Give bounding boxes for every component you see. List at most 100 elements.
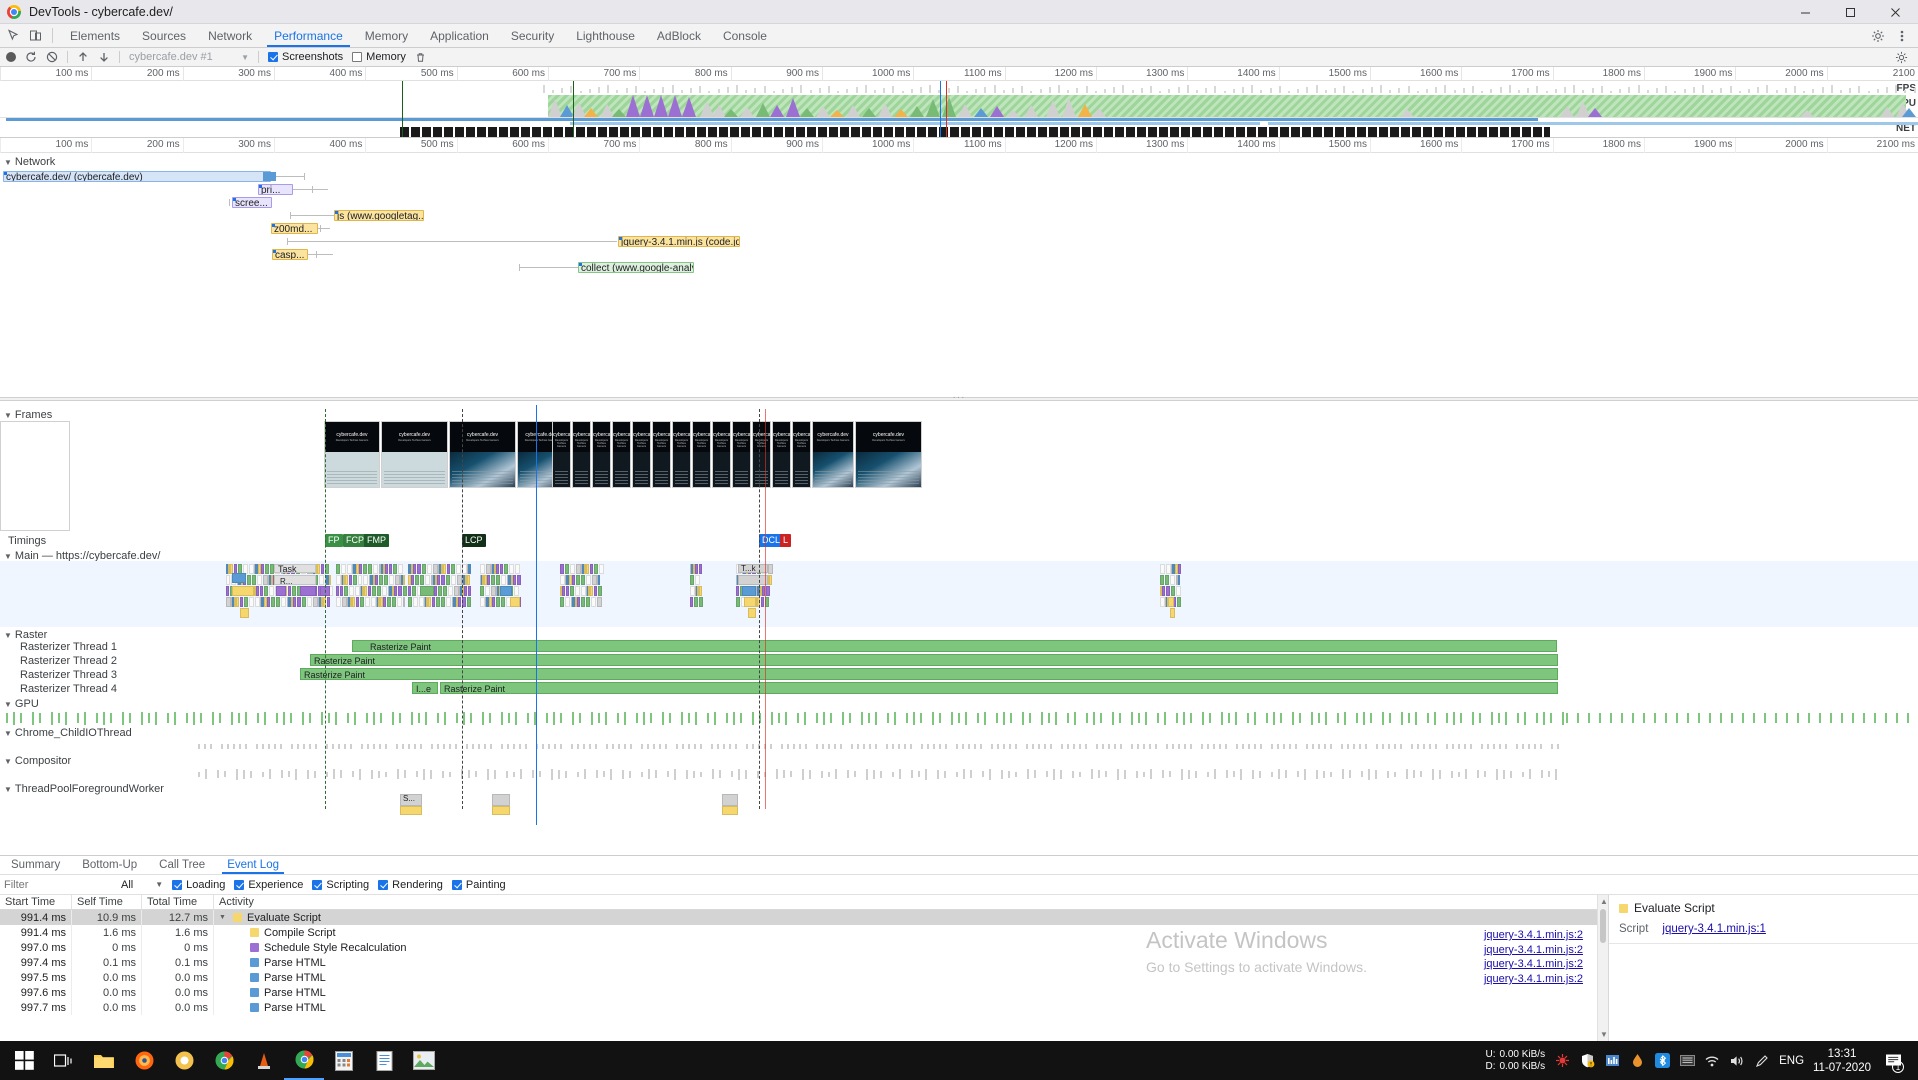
main-event-block[interactable] [598,575,600,585]
main-event-block[interactable] [260,586,263,596]
track-header-gpu[interactable]: ▼ GPU [0,698,39,710]
main-event-block[interactable] [744,597,756,607]
main-event-block[interactable] [586,575,591,585]
main-event-block[interactable] [256,586,259,596]
network-request-bar[interactable]: z00md... [271,223,318,234]
main-event-block[interactable] [438,586,442,596]
main-event-block[interactable] [408,586,411,596]
main-event-block[interactable] [1162,586,1165,596]
main-event-block[interactable] [377,586,381,596]
main-event-block[interactable] [403,597,405,607]
frames-screenshot-strip-2[interactable]: cybercafe.dev Developers Techies Gamers … [552,421,922,488]
main-event-block[interactable] [738,575,768,585]
network-request-bar[interactable]: casp... [272,249,308,260]
main-event-block[interactable] [232,586,254,596]
network-request-row[interactable]: collect (www.google-analyti... [0,261,1918,274]
frame-screenshot[interactable]: cybercafe.dev Developers Techies Gamers [652,421,671,488]
main-event-block[interactable] [385,564,388,574]
main-event-block[interactable] [443,564,446,574]
main-event-block[interactable] [1160,575,1164,585]
filter-input[interactable] [4,878,112,891]
wifi-icon[interactable] [1704,1053,1720,1069]
overview-pane[interactable]: 100 ms 200 ms 300 ms 400 ms 500 ms 600 ms 700 … [0,67,1918,138]
main-event-block[interactable] [736,586,739,596]
main-event-block[interactable] [364,586,367,596]
table-row[interactable]: 997.7 ms 0.0 ms 0.0 ms Parse HTML [0,1000,1597,1015]
main-event-block[interactable] [565,564,569,574]
track-header-childio[interactable]: ▼ Chrome_ChildIOThread [0,727,132,739]
main-event-block[interactable] [509,564,514,574]
main-event-block[interactable] [317,564,320,574]
main-event-block[interactable] [570,564,575,574]
tracks-splitter[interactable] [0,397,1918,401]
gear-icon[interactable] [1871,29,1885,43]
tab-console[interactable]: Console [712,24,778,47]
main-event-block[interactable] [437,575,440,585]
filter-loading-checkbox[interactable]: Loading [172,879,225,891]
tab-performance[interactable]: Performance [263,24,354,47]
frame-screenshot[interactable]: cybercafe.dev Developers Techies Gamers [772,421,791,488]
main-event-block[interactable] [300,586,316,596]
main-event-block[interactable] [415,575,419,585]
main-event-block[interactable] [562,586,565,596]
main-event-block[interactable] [590,586,593,596]
main-event-block[interactable] [496,575,500,585]
main-event-block[interactable] [446,597,451,607]
main-event-block[interactable] [699,597,703,607]
main-event-block[interactable] [432,597,435,607]
network-request-bar[interactable]: collect (www.google-analyti... [578,262,694,273]
main-event-block[interactable] [510,597,520,607]
expand-triangle-icon[interactable]: ▼ [219,914,228,921]
photos-icon[interactable] [404,1041,444,1080]
main-event-block[interactable] [515,564,520,574]
main-event-block[interactable] [244,597,248,607]
more-vertical-icon[interactable] [1895,29,1909,43]
main-event-block[interactable] [500,564,503,574]
main-event-block[interactable] [517,575,521,585]
network-request-row[interactable]: pri... [0,183,1918,196]
main-event-block[interactable] [276,586,286,596]
main-event-block[interactable] [383,597,386,607]
main-event-block[interactable] [581,575,585,585]
main-event-block[interactable] [448,586,453,596]
main-event-block[interactable] [368,564,372,574]
network-request-bar[interactable]: cybercafe.dev/ (cybercafe.dev) [3,171,271,182]
main-event-block[interactable] [261,564,264,574]
detail-script-link[interactable]: jquery-3.4.1.min.js:1 [1662,923,1766,935]
main-event-block[interactable] [1166,586,1170,596]
main-event-block[interactable] [597,597,602,607]
event-log-table[interactable]: Start Time Self Time Total Time Activity… [0,895,1597,1041]
main-event-block[interactable] [345,575,348,585]
main-event-block[interactable] [387,597,391,607]
main-event-block[interactable] [695,564,698,574]
task-manager-icon[interactable] [1604,1053,1620,1069]
main-event-block[interactable] [514,586,519,596]
main-event-block[interactable] [446,575,450,585]
main-event-block[interactable] [252,575,256,585]
tab-elements[interactable]: Elements [59,24,131,47]
scroll-down-icon[interactable]: ▼ [1600,1030,1608,1039]
notepad-icon[interactable] [364,1041,404,1080]
tab-lighthouse[interactable]: Lighthouse [565,24,646,47]
main-event-block[interactable] [1177,597,1181,607]
main-event-block[interactable] [307,597,312,607]
main-event-block[interactable] [560,597,564,607]
filter-painting-checkbox[interactable]: Painting [451,879,506,891]
main-event-block[interactable] [384,575,388,585]
activity-source-link[interactable]: jquery-3.4.1.min.js:2 [1403,943,1583,958]
frame-screenshot[interactable]: cybercafe.dev Developers Techies Gamers [752,421,771,488]
raster-bar-3[interactable]: Rasterize Paint [300,668,1558,680]
record-button[interactable] [6,52,16,62]
main-event-block[interactable] [336,586,339,596]
activity-source-link[interactable]: jquery-3.4.1.min.js:2 [1403,928,1583,943]
main-event-block[interactable] [591,597,596,607]
main-event-block[interactable] [267,597,270,607]
main-event-block[interactable] [496,597,500,607]
main-event-block[interactable] [1178,564,1181,574]
screenshots-checkbox[interactable]: Screenshots [268,51,343,63]
frame-screenshot[interactable]: cybercafe.dev Developers Techies Gamers [812,421,854,488]
main-event-block[interactable] [403,586,407,596]
main-event-block[interactable] [695,575,700,585]
inspect-element-icon[interactable] [6,29,20,43]
main-event-block[interactable] [467,575,470,585]
